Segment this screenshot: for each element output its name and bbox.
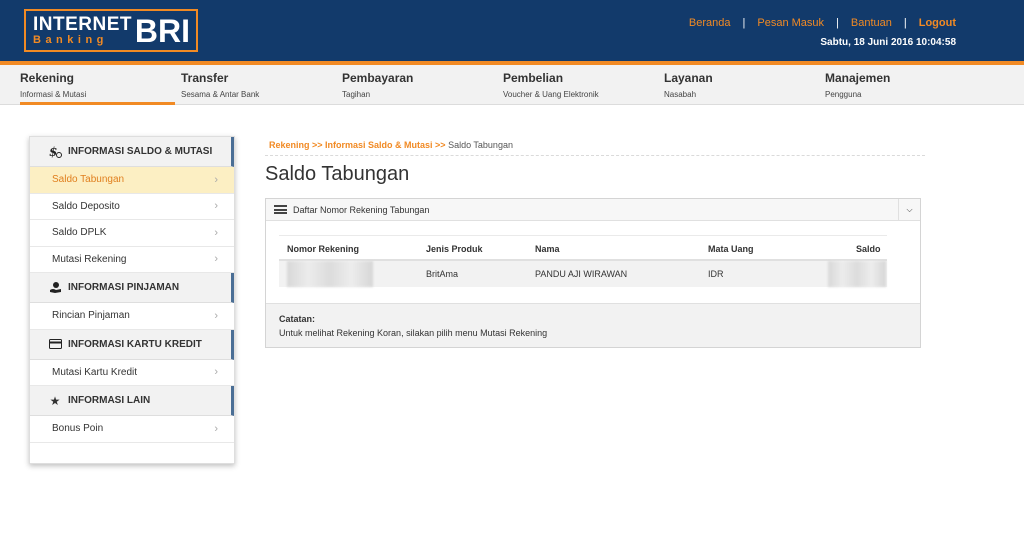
collapse-button[interactable]: ⌵ [898, 199, 920, 220]
sidebar-section-label: INFORMASI KARTU KREDIT [68, 338, 202, 350]
chevron-right-icon: › [214, 422, 218, 435]
nav-separator: | [836, 17, 839, 29]
nav-link-bantuan[interactable]: Bantuan [851, 17, 892, 29]
money-icon: $ [48, 145, 62, 159]
menu-title: Manajemen [825, 71, 891, 85]
menu-subtitle: Tagihan [342, 90, 371, 99]
menu-title: Transfer [181, 71, 229, 85]
account-list-panel: Daftar Nomor Rekening Tabungan ⌵ Nomor R… [265, 198, 921, 348]
main-menu: Rekening Informasi & Mutasi Transfer Ses… [0, 65, 1024, 105]
chevron-right-icon: › [214, 309, 218, 322]
note-section: Catatan: Untuk melihat Rekening Koran, s… [266, 303, 920, 347]
sidebar-item-label: Mutasi Rekening [52, 253, 127, 265]
column-header: Nomor Rekening [287, 244, 360, 254]
note-label: Catatan: [279, 314, 316, 324]
nav-separator: | [742, 17, 746, 29]
menu-subtitle: Sesama & Antar Bank [181, 90, 260, 99]
sidebar-item-label: Saldo Tabungan [52, 174, 125, 186]
menu-title: Layanan [664, 71, 713, 85]
svg-text:$: $ [49, 145, 57, 158]
sidebar-item-saldo-deposito[interactable]: Saldo Deposito › [30, 194, 234, 220]
top-header: INTERNET Banking BRI Beranda | Pesan Mas… [0, 0, 1024, 61]
menu-pembelian[interactable]: Pembelian Voucher & Uang Elektronik [503, 71, 658, 105]
top-nav: Beranda | Pesan Masuk | Bantuan | Logout [689, 17, 956, 29]
credit-card-icon [48, 337, 62, 351]
table-header-row: Nomor Rekening Jenis Produk Nama Mata Ua… [279, 235, 887, 261]
sidebar-item-mutasi-rekening[interactable]: Mutasi Rekening › [30, 247, 234, 273]
menu-rekening[interactable]: Rekening Informasi & Mutasi [20, 71, 175, 105]
page-title: Saldo Tabungan [265, 163, 410, 185]
cell-nama: PANDU AJI WIRAWAN [535, 269, 628, 279]
logo-text-brand: BRI [134, 13, 190, 49]
sidebar-section-label: INFORMASI LAIN [68, 395, 151, 406]
sidebar-item-mutasi-kartu-kredit[interactable]: Mutasi Kartu Kredit › [30, 360, 234, 386]
sidebar-item-label: Saldo DPLK [52, 227, 107, 239]
panel-title: Daftar Nomor Rekening Tabungan [293, 204, 430, 215]
star-icon: ★ [49, 393, 61, 408]
chevron-right-icon: › [214, 253, 218, 266]
sidebar-item-saldo-tabungan[interactable]: Saldo Tabungan › [30, 167, 234, 194]
accounts-table: Nomor Rekening Jenis Produk Nama Mata Ua… [279, 235, 887, 287]
logo-text-internet: INTERNET [33, 14, 132, 35]
redacted-balance [828, 261, 886, 287]
sidebar-section-pinjaman[interactable]: INFORMASI PINJAMAN [30, 273, 234, 303]
nav-link-pesan-masuk[interactable]: Pesan Masuk [757, 17, 824, 29]
nav-link-beranda[interactable]: Beranda [689, 17, 731, 29]
redacted-account-number [287, 261, 373, 287]
note-text: Untuk melihat Rekening Koran, silakan pi… [279, 328, 548, 338]
cell-jenis-produk: BritAma [426, 269, 459, 279]
menu-icon [274, 205, 287, 214]
sidebar-item-label: Rincian Pinjaman [52, 310, 130, 322]
panel-header: Daftar Nomor Rekening Tabungan ⌵ [266, 199, 920, 221]
sidebar-item-rincian-pinjaman[interactable]: Rincian Pinjaman › [30, 303, 234, 330]
menu-subtitle: Nasabah [664, 90, 697, 99]
column-header: Mata Uang [708, 244, 754, 254]
column-header: Nama [535, 244, 560, 254]
logo-text-banking: Banking [33, 34, 108, 46]
nav-link-logout[interactable]: Logout [919, 17, 956, 29]
divider [265, 155, 925, 156]
breadcrumb: Rekening >> Informasi Saldo & Mutasi >> … [269, 140, 513, 150]
sidebar-item-label: Bonus Poin [52, 423, 104, 435]
sidebar-section-lain[interactable]: ★ INFORMASI LAIN [30, 386, 234, 416]
menu-manajemen[interactable]: Manajemen Pengguna [825, 71, 980, 105]
menu-transfer[interactable]: Transfer Sesama & Antar Bank [181, 71, 336, 105]
current-datetime: Sabtu, 18 Juni 2016 10:04:58 [820, 37, 956, 48]
chevron-right-icon: › [214, 173, 218, 186]
chevron-right-icon: › [214, 200, 218, 213]
menu-subtitle: Voucher & Uang Elektronik [503, 90, 599, 99]
chevron-down-icon: ⌵ [906, 204, 913, 214]
menu-title: Pembelian [503, 71, 564, 85]
menu-title: Rekening [20, 71, 75, 85]
sidebar-section-label: INFORMASI SALDO & MUTASI [68, 146, 213, 157]
menu-pembayaran[interactable]: Pembayaran Tagihan [342, 71, 497, 105]
sidebar-item-bonus-poin[interactable]: Bonus Poin › [30, 416, 234, 443]
bri-logo[interactable]: INTERNET Banking BRI [24, 9, 198, 52]
chevron-right-icon: › [214, 366, 218, 379]
sidebar-item-saldo-dplk[interactable]: Saldo DPLK › [30, 220, 234, 247]
sidebar-section-kartu-kredit[interactable]: INFORMASI KARTU KREDIT [30, 329, 234, 360]
menu-subtitle: Pengguna [825, 90, 862, 99]
cell-mata-uang: IDR [708, 269, 724, 279]
column-header: Saldo [856, 244, 881, 254]
table-row[interactable]: BritAma PANDU AJI WIRAWAN IDR [279, 261, 887, 287]
menu-title: Pembayaran [342, 71, 414, 85]
breadcrumb-current: Saldo Tabungan [445, 140, 513, 150]
nav-separator: | [903, 17, 907, 29]
menu-subtitle: Informasi & Mutasi [20, 90, 87, 99]
column-header: Jenis Produk [426, 244, 483, 254]
sidebar: $ INFORMASI SALDO & MUTASI Saldo Tabunga… [29, 136, 235, 464]
sidebar-section-label: INFORMASI PINJAMAN [68, 282, 180, 293]
sidebar-item-label: Mutasi Kartu Kredit [52, 366, 138, 378]
menu-layanan[interactable]: Layanan Nasabah [664, 71, 819, 105]
breadcrumb-link[interactable]: Rekening >> Informasi Saldo & Mutasi >> [269, 140, 446, 150]
sidebar-section-saldo-mutasi[interactable]: $ INFORMASI SALDO & MUTASI [30, 137, 234, 167]
sidebar-item-label: Saldo Deposito [52, 200, 120, 212]
loan-icon [48, 281, 62, 295]
chevron-right-icon: › [214, 226, 218, 239]
